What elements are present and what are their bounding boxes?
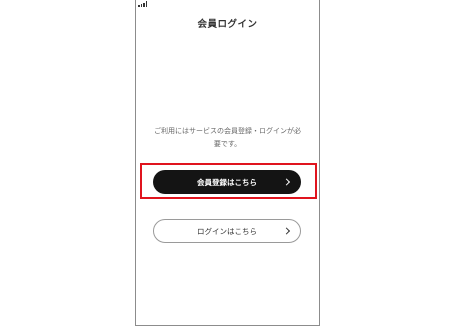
chevron-right-icon (282, 227, 291, 235)
register-button[interactable]: 会員登録はこちら (153, 170, 301, 194)
signal-strength-icon (138, 1, 147, 7)
notice-line-1: ご利用にはサービスの会員登録・ログインが必 (154, 127, 301, 135)
login-required-notice: ご利用にはサービスの会員登録・ログインが必 要です。 (142, 125, 313, 151)
screenshot-canvas: 会員ログイン ご利用にはサービスの会員登録・ログインが必 要です。 会員登録はこ… (0, 0, 455, 328)
phone-screen: 会員ログイン ご利用にはサービスの会員登録・ログインが必 要です。 会員登録はこ… (135, 0, 320, 326)
login-button-label: ログインはこちら (197, 226, 257, 236)
login-button[interactable]: ログインはこちら (153, 219, 301, 243)
notice-line-2: 要です。 (213, 140, 242, 148)
page-title: 会員ログイン (197, 19, 258, 30)
register-button-label: 会員登録はこちら (197, 177, 257, 187)
chevron-right-icon (282, 178, 291, 186)
